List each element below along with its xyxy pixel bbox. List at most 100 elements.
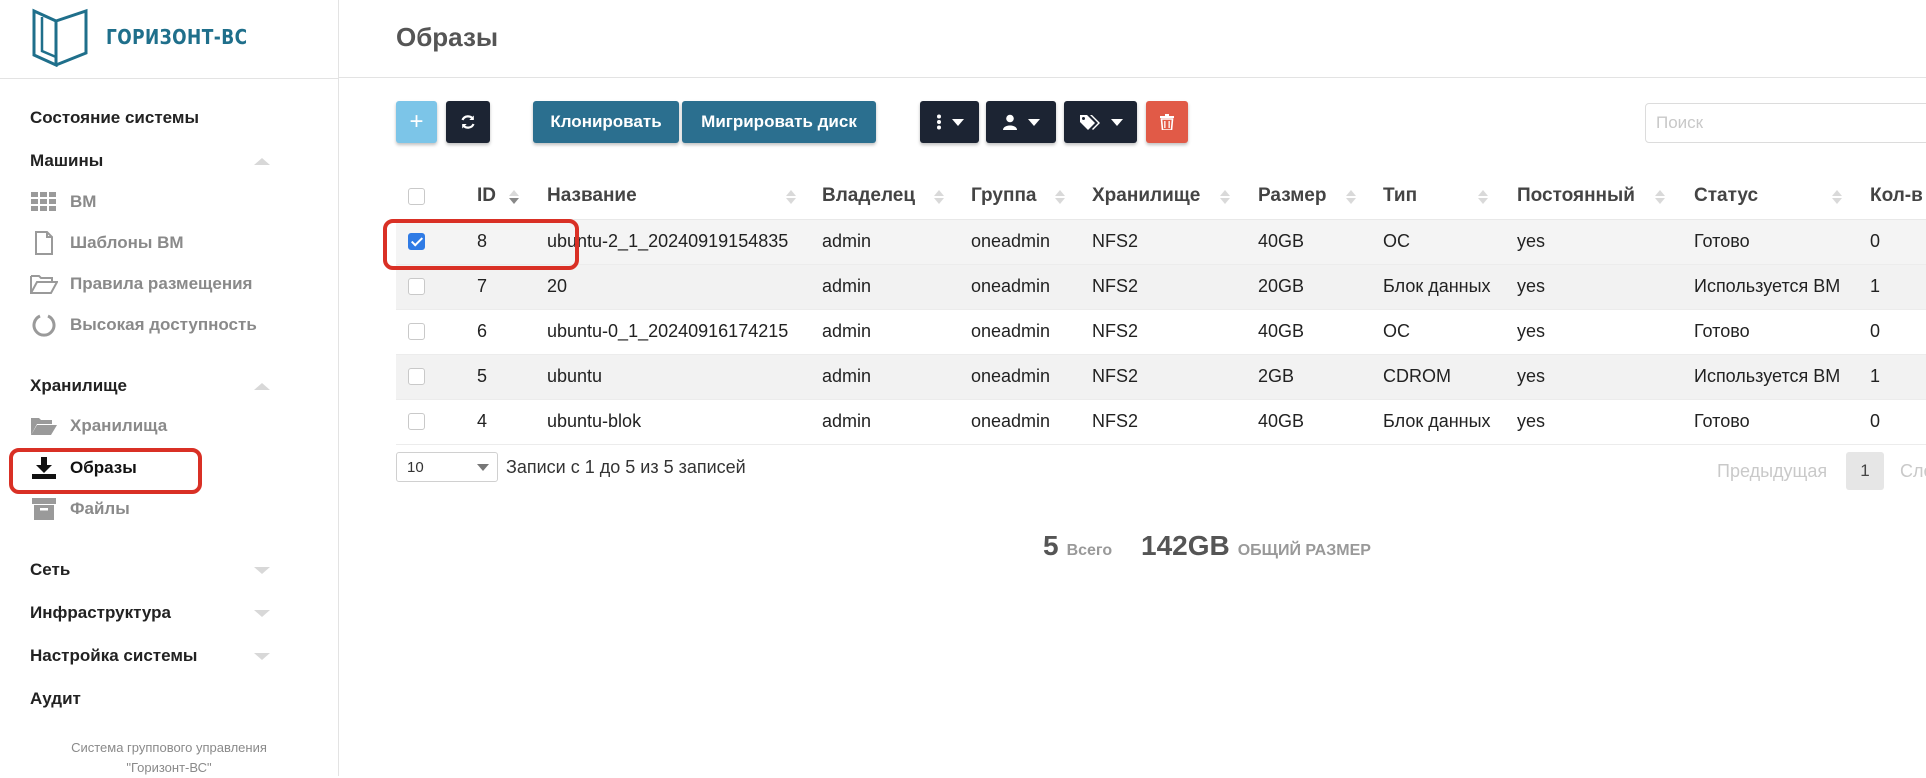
delete-button[interactable] (1146, 101, 1188, 143)
row-checkbox[interactable] (408, 368, 425, 385)
sort-icon (1055, 190, 1065, 204)
table-row[interactable]: 6 ubuntu-0_1_20240916174215 admin oneadm… (396, 310, 1926, 355)
labels-button[interactable] (1064, 101, 1137, 143)
file-icon (30, 231, 58, 255)
sidebar-item-high-availability[interactable]: Высокая доступность (30, 310, 257, 340)
total-size-label: ОБЩИЙ РАЗМЕР (1237, 542, 1371, 559)
row-checkbox[interactable] (408, 233, 425, 250)
table-row[interactable]: 5 ubuntu admin oneadmin NFS2 2GB CDROM y… (396, 355, 1926, 400)
cell-owner: admin (822, 276, 872, 296)
column-header-status[interactable]: Статус (1694, 185, 1758, 207)
cell-size: 40GB (1258, 321, 1305, 341)
sidebar-item-files[interactable]: Файлы (30, 494, 130, 524)
total-size: 142GB (1141, 530, 1230, 561)
column-header-count[interactable]: Кол-в (1870, 185, 1923, 207)
row-checkbox[interactable] (408, 413, 425, 430)
clone-button[interactable]: Клонировать (533, 101, 679, 143)
nav-section-machines[interactable]: Машины (30, 151, 308, 171)
nav-section-network[interactable]: Сеть (30, 560, 308, 580)
circle-arc-icon (30, 313, 58, 337)
user-icon (1003, 114, 1017, 130)
sidebar-item-label: Правила размещения (70, 274, 253, 293)
next-page-button[interactable]: Сле (1900, 461, 1926, 482)
cell-status: Используется ВМ (1694, 366, 1841, 386)
cell-type: CDROM (1383, 366, 1451, 386)
cell-type: ОС (1383, 321, 1410, 341)
search-input[interactable] (1645, 103, 1926, 143)
cell-persistent: yes (1517, 366, 1546, 386)
cell-size: 20GB (1258, 276, 1305, 296)
cell-name[interactable]: 20 (547, 276, 567, 297)
cell-status: Готово (1694, 231, 1750, 251)
table-header: ID Название Владелец Группа Хранилище Ра… (396, 173, 1926, 220)
nav-section-label: Инфраструктура (30, 603, 171, 622)
cell-owner: admin (822, 366, 872, 386)
tags-icon (1079, 115, 1100, 130)
cell-size: 40GB (1258, 411, 1305, 431)
cell-status: Используется ВМ (1694, 276, 1841, 296)
brand-name: ГОРИЗОНТ-ВС (106, 25, 248, 49)
nav-audit[interactable]: Аудит (30, 689, 81, 709)
ownership-button[interactable] (986, 101, 1056, 143)
nav-section-label: Машины (30, 151, 104, 170)
brand-logo[interactable]: ГОРИЗОНТ-ВС (30, 6, 272, 68)
cell-owner: admin (822, 231, 872, 251)
sort-icon (1346, 190, 1356, 204)
cell-name[interactable]: ubuntu (547, 366, 602, 387)
folder-open-icon (30, 272, 58, 296)
footer-line: "Горизонт-ВС" (126, 760, 212, 775)
sidebar-item-datastores[interactable]: Хранилища (30, 411, 167, 441)
cell-status: Готово (1694, 411, 1750, 431)
nav-section-storage[interactable]: Хранилище (30, 376, 308, 396)
cell-id: 8 (477, 231, 488, 251)
column-header-persistent[interactable]: Постоянный (1517, 185, 1635, 207)
more-actions-button[interactable] (920, 101, 979, 143)
row-checkbox[interactable] (408, 278, 425, 295)
refresh-icon (461, 115, 475, 129)
cell-persistent: yes (1517, 231, 1546, 251)
column-header-size[interactable]: Размер (1258, 185, 1326, 207)
cell-group: oneadmin (971, 276, 1051, 296)
sort-icon (1478, 190, 1488, 204)
cell-datastore: NFS2 (1092, 231, 1139, 251)
cell-count: 0 (1870, 321, 1881, 341)
column-header-name[interactable]: Название (547, 185, 637, 207)
chevron-down-icon (477, 464, 489, 471)
chevron-down-icon (254, 610, 270, 617)
cell-owner: admin (822, 411, 872, 431)
page-1-button[interactable]: 1 (1846, 452, 1884, 490)
chevron-down-icon (254, 653, 270, 660)
refresh-button[interactable] (446, 101, 490, 143)
total-count: 5 (1043, 530, 1059, 561)
column-header-datastore[interactable]: Хранилище (1092, 185, 1200, 207)
cell-datastore: NFS2 (1092, 366, 1139, 386)
sidebar-item-vm-templates[interactable]: Шаблоны ВМ (30, 228, 184, 258)
column-header-id[interactable]: ID (477, 185, 496, 207)
cell-name[interactable]: ubuntu-0_1_20240916174215 (547, 321, 788, 342)
table-row[interactable]: 4 ubuntu-blok admin oneadmin NFS2 40GB Б… (396, 400, 1926, 445)
previous-page-button[interactable]: Предыдущая (1717, 461, 1827, 482)
column-header-type[interactable]: Тип (1383, 185, 1417, 207)
sidebar-item-vm[interactable]: ВМ (30, 187, 96, 217)
row-checkbox[interactable] (408, 323, 425, 340)
chevron-down-icon (1110, 118, 1123, 126)
images-table: ID Название Владелец Группа Хранилище Ра… (396, 173, 1926, 445)
nav-section-settings[interactable]: Настройка системы (30, 646, 308, 666)
table-row[interactable]: 7 20 admin oneadmin NFS2 20GB Блок данны… (396, 265, 1926, 310)
footer-line: Система группового управления (71, 740, 267, 755)
migrate-disk-button[interactable]: Мигрировать диск (682, 101, 876, 143)
nav-section-infrastructure[interactable]: Инфраструктура (30, 603, 308, 623)
select-all-checkbox[interactable] (408, 188, 425, 205)
column-header-group[interactable]: Группа (971, 185, 1037, 207)
cell-owner: admin (822, 321, 872, 341)
cell-name[interactable]: ubuntu-blok (547, 411, 641, 432)
table-row[interactable]: 8 ubuntu-2_1_20240919154835 admin oneadm… (396, 220, 1926, 265)
sidebar-item-placement-rules[interactable]: Правила размещения (30, 269, 252, 299)
nav-system-state[interactable]: Состояние системы (30, 108, 199, 128)
cell-id: 4 (477, 411, 488, 431)
cell-name[interactable]: ubuntu-2_1_20240919154835 (547, 231, 788, 252)
add-button[interactable]: + (396, 101, 437, 143)
page-size-select[interactable]: 10 (396, 452, 498, 482)
column-header-owner[interactable]: Владелец (822, 185, 915, 207)
cell-datastore: NFS2 (1092, 321, 1139, 341)
